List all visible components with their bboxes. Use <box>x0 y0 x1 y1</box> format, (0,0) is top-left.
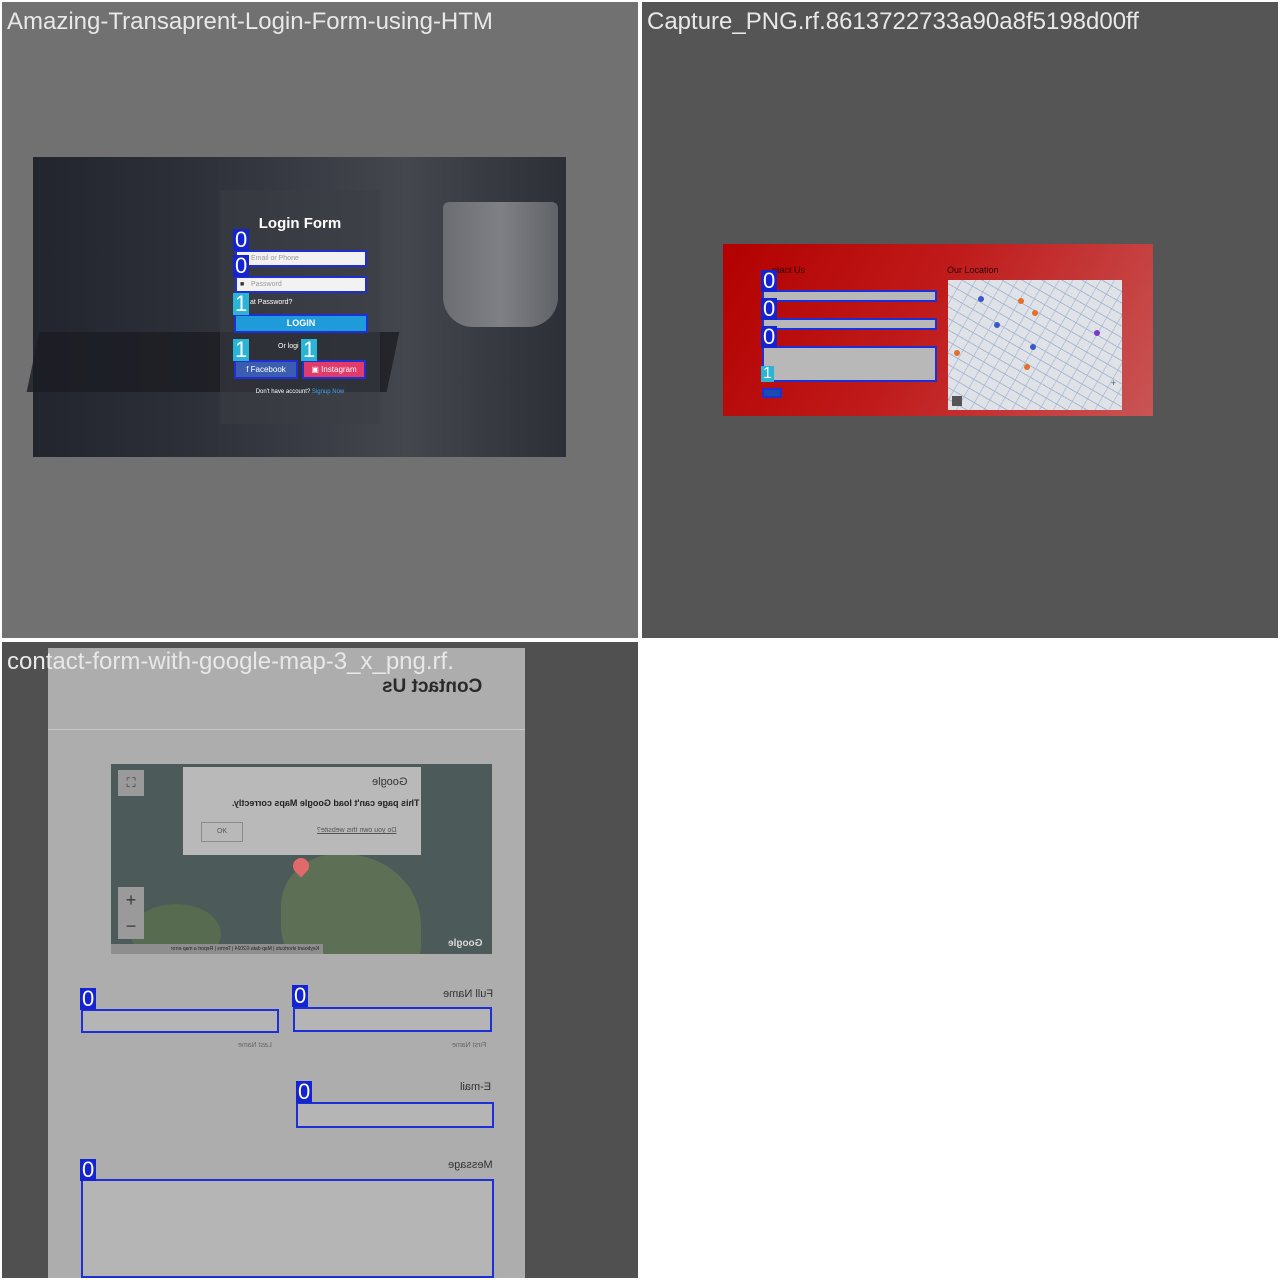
zoom-control[interactable]: + − <box>118 887 144 939</box>
map-pin-icon <box>1024 364 1030 370</box>
annotation-tag: 0 <box>761 324 778 349</box>
last-name-input[interactable] <box>81 1009 279 1033</box>
mug-shape <box>443 202 558 327</box>
message-field[interactable] <box>762 346 937 382</box>
map-pin-icon <box>1018 298 1024 304</box>
tile-title: Amazing-Transaprent-Login-Form-using-HTM <box>7 8 493 35</box>
signup-text: Don't have account? <box>255 389 311 395</box>
instagram-label: Instagram <box>321 365 357 374</box>
map-pin-icon <box>1032 310 1038 316</box>
tile-contact-capture: Capture_PNG.rf.8613722733a90a8f5198d00ff… <box>642 2 1278 638</box>
first-name-hint: First Name <box>452 1042 487 1049</box>
google-logo: Google <box>448 938 483 949</box>
dialog-own-site-link[interactable]: Do you own this website? <box>317 827 396 834</box>
divider <box>48 729 525 730</box>
dialog-ok-button[interactable]: OK <box>201 822 243 842</box>
tile-title: Capture_PNG.rf.8613722733a90a8f5198d00ff <box>647 8 1139 35</box>
annotation-tag: 1 <box>233 291 250 316</box>
fullscreen-icon[interactable]: ⛶ <box>118 770 144 796</box>
zoom-in-button[interactable]: + <box>118 887 144 913</box>
email-input[interactable] <box>296 1102 494 1128</box>
email-label: E-mail <box>460 1081 492 1093</box>
annotation-tag: 0 <box>292 983 309 1008</box>
annotation-tag: 0 <box>761 296 778 321</box>
location-map[interactable]: + <box>948 280 1122 410</box>
tile-title: contact-form-with-google-map-3_x_png.rf. <box>7 648 454 675</box>
map-footer: Keyboard shortcuts | Map data ©2024 | Te… <box>111 944 323 954</box>
annotation-tag: 0 <box>80 986 97 1011</box>
submit-button[interactable] <box>762 388 782 398</box>
tile-login-form: Amazing-Transaprent-Login-Form-using-HTM… <box>2 2 638 638</box>
login-button[interactable]: LOGIN <box>234 314 368 333</box>
or-login-text: Or logi <box>278 343 299 350</box>
message-label: Message <box>448 1159 493 1171</box>
empty-tile <box>640 640 1280 1280</box>
contact-heading: Contact Us <box>382 676 483 697</box>
annotation-tag: 0 <box>233 227 250 252</box>
password-input[interactable]: ■ Password <box>235 276 367 293</box>
full-name-label: Full Name <box>443 988 494 1000</box>
map-pin-icon <box>978 296 984 302</box>
annotation-tag: 1 <box>301 337 318 362</box>
first-name-input[interactable] <box>293 1007 492 1032</box>
last-name-hint: Last Name <box>238 1042 272 1049</box>
map-pin-icon <box>954 350 960 356</box>
email-field[interactable] <box>762 318 937 330</box>
email-input[interactable]: Email or Phone <box>235 250 367 267</box>
map-zoom-icon[interactable]: + <box>1111 378 1116 388</box>
map-pin-icon <box>994 322 1000 328</box>
dialog-google-label: Google <box>372 776 408 788</box>
annotation-tag: 0 <box>233 253 250 278</box>
message-textarea[interactable] <box>81 1179 494 1278</box>
lock-icon: ■ <box>240 281 245 288</box>
map-pin-icon <box>1094 330 1100 336</box>
signup-prompt: Don't have account? Signup Now <box>220 389 380 395</box>
annotation-tag: 0 <box>80 1157 97 1182</box>
password-placeholder: Password <box>251 281 282 288</box>
name-field[interactable] <box>762 290 937 302</box>
instagram-button[interactable]: ▣ Instagram <box>302 360 366 379</box>
forgot-password-link[interactable]: at Password? <box>250 299 292 306</box>
map-layers-icon[interactable] <box>952 396 962 406</box>
map-pin-icon <box>1030 344 1036 350</box>
annotation-tag: 0 <box>296 1079 313 1104</box>
annotation-tag: 0 <box>761 268 778 293</box>
tile-contact-google-map: contact-form-with-google-map-3_x_png.rf.… <box>2 642 638 1278</box>
annotation-tag: 1 <box>761 365 774 382</box>
facebook-button[interactable]: f Facebook <box>234 360 298 379</box>
signup-link[interactable]: Signup Now <box>312 389 344 395</box>
dialog-message: This page can't load Google Maps correct… <box>232 798 420 808</box>
location-heading: Our Location <box>947 265 999 275</box>
instagram-icon: ▣ <box>311 365 322 374</box>
zoom-out-button[interactable]: − <box>118 913 144 939</box>
annotation-tag: 1 <box>233 337 250 362</box>
